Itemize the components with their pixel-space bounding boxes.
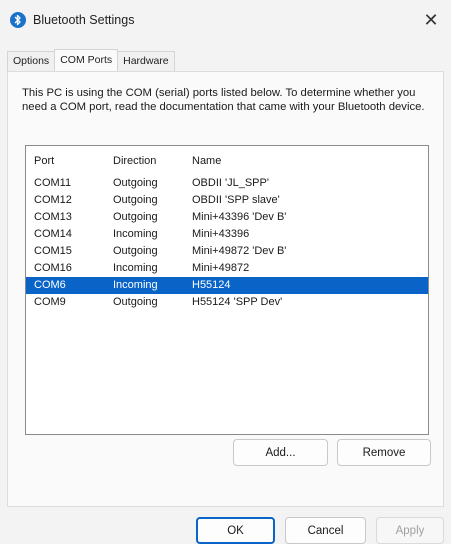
row-port: COM9 (34, 296, 66, 308)
add-button[interactable]: Add... (233, 439, 328, 466)
row-port: COM11 (34, 177, 72, 189)
list-row[interactable]: COM13 Outgoing Mini+43396 'Dev B' (26, 209, 428, 226)
title-bar: Bluetooth Settings ✕ (0, 0, 451, 44)
tab-com-ports[interactable]: COM Ports (54, 49, 119, 71)
apply-button[interactable]: Apply (376, 517, 444, 544)
list-header: Port Direction Name (26, 153, 428, 170)
row-direction: Incoming (113, 262, 158, 274)
row-port: COM14 (34, 228, 72, 240)
row-direction: Incoming (113, 279, 158, 291)
list-row[interactable]: COM9 Outgoing H55124 'SPP Dev' (26, 294, 428, 311)
row-name: H55124 'SPP Dev' (192, 296, 283, 308)
list-row[interactable]: COM15 Outgoing Mini+49872 'Dev B' (26, 243, 428, 260)
tab-hardware[interactable]: Hardware (117, 51, 175, 71)
row-name: H55124 (192, 279, 231, 291)
com-port-list[interactable]: Port Direction Name COM11 Outgoing OBDII… (25, 145, 429, 435)
list-row[interactable]: COM12 Outgoing OBDII 'SPP slave' (26, 192, 428, 209)
list-row-selected[interactable]: COM6 Incoming H55124 (26, 277, 428, 294)
ok-button[interactable]: OK (196, 517, 275, 544)
com-ports-panel: This PC is using the COM (serial) ports … (7, 71, 444, 507)
close-icon: ✕ (423, 9, 439, 30)
row-name: Mini+43396 'Dev B' (192, 211, 287, 223)
remove-button[interactable]: Remove (337, 439, 431, 466)
row-name: Mini+43396 (192, 228, 250, 240)
row-direction: Outgoing (113, 296, 158, 308)
header-name[interactable]: Name (192, 153, 221, 170)
row-port: COM13 (34, 211, 72, 223)
bluetooth-settings-window: Bluetooth Settings ✕ Options COM Ports H… (0, 0, 451, 544)
row-name: OBDII 'SPP slave' (192, 194, 280, 206)
row-port: COM6 (34, 279, 66, 291)
row-name: Mini+49872 (192, 262, 250, 274)
row-direction: Outgoing (113, 245, 158, 257)
row-direction: Outgoing (113, 177, 158, 189)
close-button[interactable]: ✕ (411, 0, 451, 40)
row-name: OBDII 'JL_SPP' (192, 177, 269, 189)
cancel-button[interactable]: Cancel (285, 517, 366, 544)
list-row[interactable]: COM16 Incoming Mini+49872 (26, 260, 428, 277)
row-direction: Incoming (113, 228, 158, 240)
row-direction: Outgoing (113, 211, 158, 223)
list-row[interactable]: COM11 Outgoing OBDII 'JL_SPP' (26, 175, 428, 192)
header-direction[interactable]: Direction (113, 153, 156, 170)
list-row[interactable]: COM14 Incoming Mini+43396 (26, 226, 428, 243)
description-text: This PC is using the COM (serial) ports … (22, 87, 425, 113)
row-name: Mini+49872 'Dev B' (192, 245, 287, 257)
bluetooth-icon (10, 12, 26, 28)
tab-options[interactable]: Options (7, 51, 56, 71)
window-title: Bluetooth Settings (33, 13, 135, 27)
row-port: COM12 (34, 194, 72, 206)
tab-strip: Options COM Ports Hardware (7, 49, 175, 71)
row-port: COM16 (34, 262, 72, 274)
header-port[interactable]: Port (34, 153, 54, 170)
row-direction: Outgoing (113, 194, 158, 206)
row-port: COM15 (34, 245, 72, 257)
